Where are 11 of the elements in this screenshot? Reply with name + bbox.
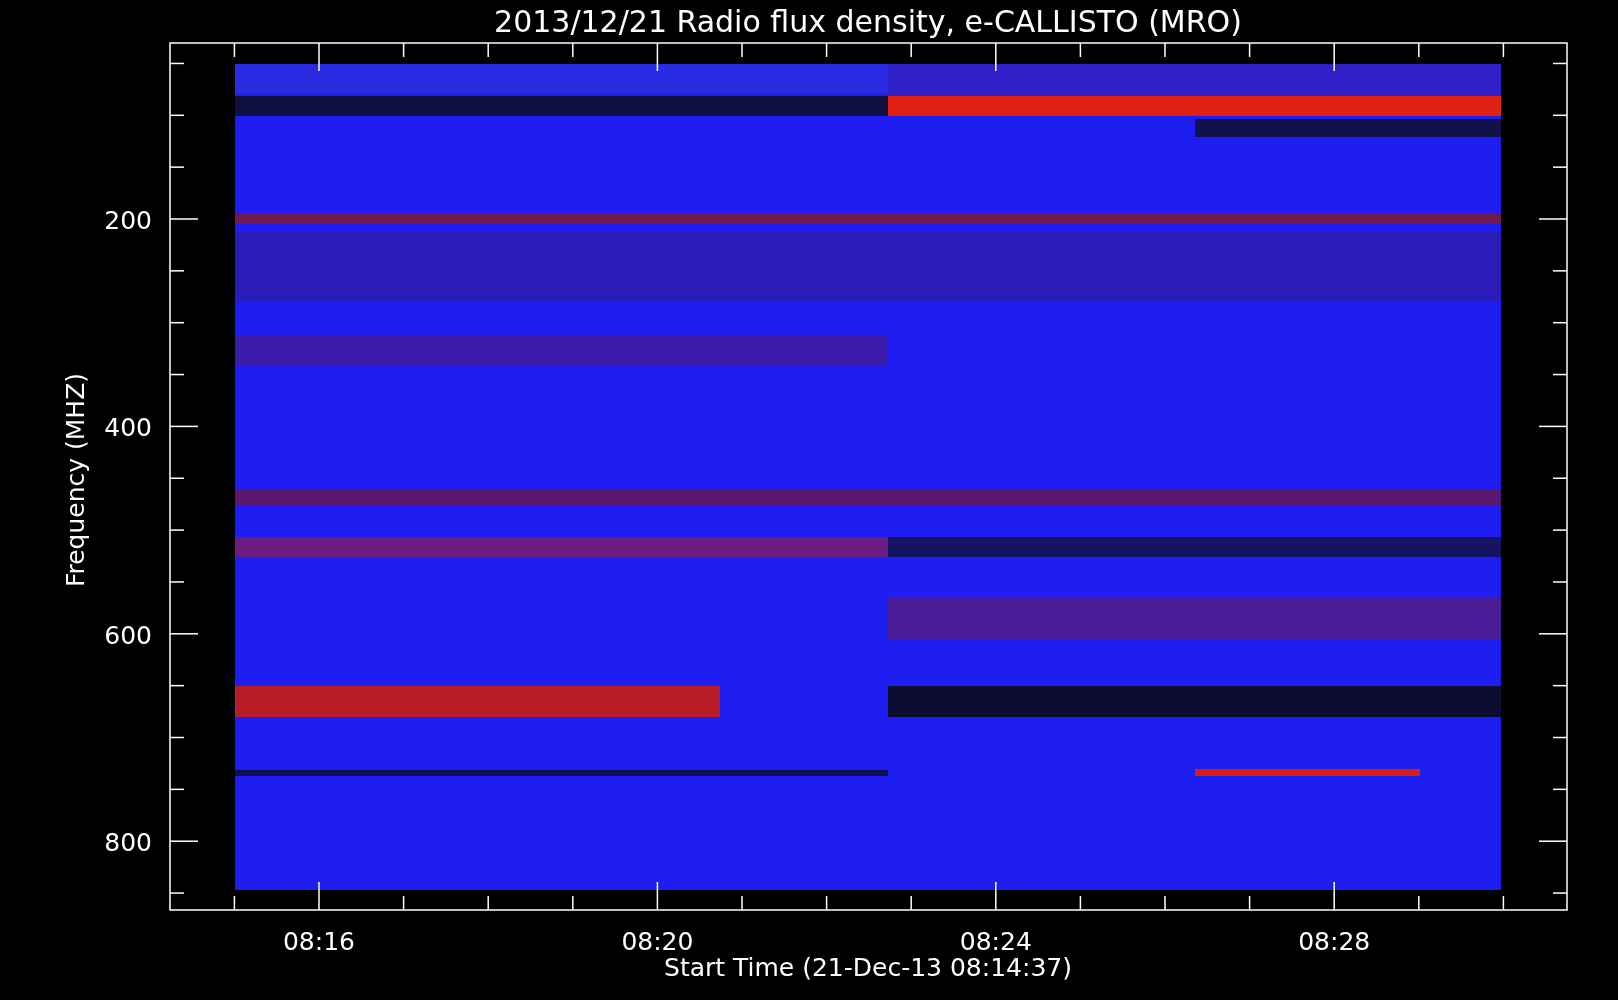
plot-title: 2013/12/21 Radio flux density, e-CALLISTO (MRO) [494,4,1242,39]
axis-title: Frequency (MHZ) [61,372,90,588]
tick-label: 600 [104,620,152,650]
tick-label: 08:24 [959,927,1032,956]
tick-label: 200 [104,206,152,235]
tick-label: 400 [104,413,152,443]
tick-label: 800 [104,828,152,858]
axis-title: Start Time (21-Dec-13 08:14:37) [664,953,1072,982]
tick-label: 08:28 [1298,927,1371,956]
tick-label: 08:20 [621,927,694,956]
tick-label: 08:16 [283,927,355,956]
